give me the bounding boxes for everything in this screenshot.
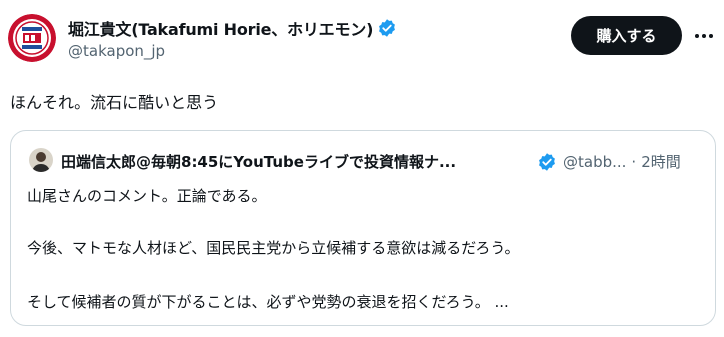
quoted-tweet[interactable]: 田端信太郎@毎朝8:45にYouTubeライブで投資情報ナ... @tabb..…: [10, 130, 716, 326]
verified-badge-icon: [539, 152, 555, 171]
author-name-row: 堀江貴文(Takafumi Horie、ホリエモン): [68, 16, 397, 40]
quote-author-handle[interactable]: @tabb...: [563, 153, 626, 171]
quote-text-line: 今後、マトモな人材ほど、国民民主党から立候補する意欲は減るだろう。: [27, 239, 520, 257]
separator-dot: ·: [631, 152, 637, 171]
author-handle[interactable]: @takapon_jp: [68, 42, 165, 60]
quote-text-line: 山尾さんのコメント。正論である。: [27, 187, 267, 205]
more-icon: [695, 34, 713, 38]
verified-badge-icon: [379, 19, 396, 37]
quote-timestamp[interactable]: 2時間: [641, 151, 681, 172]
quote-text-line: そして候補者の質が下がることは、必ずや党勢の衰退を招くだろう。 ...: [27, 293, 509, 311]
quote-header: 田端信太郎@毎朝8:45にYouTubeライブで投資情報ナ... @tabb..…: [61, 151, 681, 172]
more-button[interactable]: [690, 22, 718, 50]
author-avatar[interactable]: [8, 14, 56, 62]
author-name[interactable]: 堀江貴文(Takafumi Horie、ホリエモン): [68, 16, 373, 40]
quote-author-avatar[interactable]: [29, 148, 53, 172]
buy-button[interactable]: 購入する: [571, 16, 682, 55]
quote-author-name[interactable]: 田端信太郎@毎朝8:45にYouTubeライブで投資情報ナ...: [61, 151, 531, 172]
tweet-text: ほんそれ。流石に酷いと思う: [10, 93, 219, 112]
person-photo-icon: [29, 148, 53, 172]
round-badge-logo-icon: [8, 14, 56, 62]
